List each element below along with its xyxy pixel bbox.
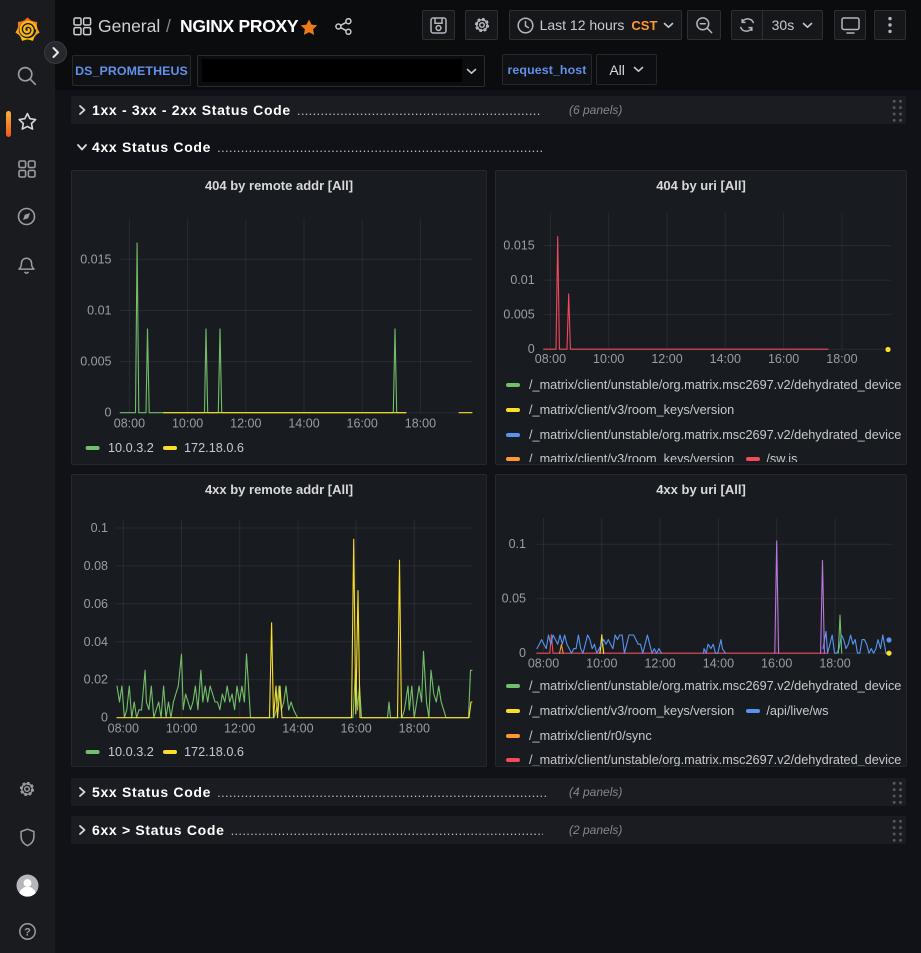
svg-text:12:00: 12:00 (230, 417, 261, 431)
svg-text:0.015: 0.015 (503, 239, 534, 253)
svg-text:14:00: 14:00 (282, 722, 313, 736)
svg-text:10:00: 10:00 (593, 352, 624, 366)
svg-text:16:00: 16:00 (340, 722, 371, 736)
svg-text:0.01: 0.01 (87, 304, 111, 318)
svg-text:0.01: 0.01 (510, 273, 534, 287)
svg-text:/_matrix/client/unstable/org.m: /_matrix/client/unstable/org.matrix.msc2… (529, 428, 901, 442)
svg-text:14:00: 14:00 (710, 352, 741, 366)
svg-text:12:00: 12:00 (224, 722, 255, 736)
svg-text:0.1: 0.1 (91, 521, 108, 535)
svg-text:0: 0 (528, 342, 535, 356)
svg-text:08:00: 08:00 (114, 417, 145, 431)
svg-text:10:00: 10:00 (586, 657, 617, 671)
svg-text:10:00: 10:00 (172, 417, 203, 431)
svg-text:14:00: 14:00 (288, 417, 319, 431)
svg-text:12:00: 12:00 (651, 352, 682, 366)
svg-text:18:00: 18:00 (826, 352, 857, 366)
svg-text:/_matrix/client/unstable/org.m: /_matrix/client/unstable/org.matrix.msc2… (529, 378, 901, 392)
svg-text:0.06: 0.06 (84, 597, 108, 611)
svg-text:0.04: 0.04 (84, 635, 108, 649)
svg-text:172.18.0.6: 172.18.0.6 (184, 745, 244, 759)
svg-text:16:00: 16:00 (768, 352, 799, 366)
svg-text:172.18.0.6: 172.18.0.6 (184, 441, 244, 455)
svg-text:16:00: 16:00 (347, 417, 378, 431)
svg-text:10.0.3.2: 10.0.3.2 (108, 745, 154, 759)
svg-text:/sw.js: /sw.js (766, 452, 797, 462)
svg-text:10:00: 10:00 (166, 722, 197, 736)
svg-text:0: 0 (105, 406, 112, 420)
svg-text:08:00: 08:00 (535, 352, 566, 366)
svg-text:18:00: 18:00 (819, 657, 850, 671)
svg-text:18:00: 18:00 (399, 722, 430, 736)
svg-text:08:00: 08:00 (528, 657, 559, 671)
svg-text:0.015: 0.015 (80, 252, 111, 266)
svg-text:/_matrix/client/v3/room_keys/v: /_matrix/client/v3/room_keys/version (529, 452, 734, 462)
svg-text:/_matrix/client/unstable/org.m: /_matrix/client/unstable/org.matrix.msc2… (529, 679, 901, 693)
svg-text:14:00: 14:00 (703, 657, 734, 671)
svg-text:16:00: 16:00 (761, 657, 792, 671)
svg-text:0: 0 (519, 646, 526, 660)
svg-text:/_matrix/client/unstable/org.m: /_matrix/client/unstable/org.matrix.msc2… (529, 753, 901, 767)
svg-text:12:00: 12:00 (644, 657, 675, 671)
svg-text:?: ? (24, 927, 31, 939)
svg-text:/_matrix/client/r0/sync: /_matrix/client/r0/sync (529, 729, 652, 743)
svg-text:0.005: 0.005 (80, 355, 111, 369)
svg-text:0.02: 0.02 (84, 673, 108, 687)
svg-text:18:00: 18:00 (405, 417, 436, 431)
svg-text:/_matrix/client/v3/room_keys/v: /_matrix/client/v3/room_keys/version (529, 403, 734, 417)
svg-text:0.08: 0.08 (84, 559, 108, 573)
svg-text:0.005: 0.005 (503, 308, 534, 322)
svg-text:/api/live/ws: /api/live/ws (766, 704, 828, 718)
svg-text:0.1: 0.1 (509, 537, 526, 551)
svg-text:/_matrix/client/v3/room_keys/v: /_matrix/client/v3/room_keys/version (529, 704, 734, 718)
svg-text:08:00: 08:00 (108, 722, 139, 736)
svg-text:10.0.3.2: 10.0.3.2 (108, 441, 154, 455)
svg-text:0.05: 0.05 (502, 592, 526, 606)
